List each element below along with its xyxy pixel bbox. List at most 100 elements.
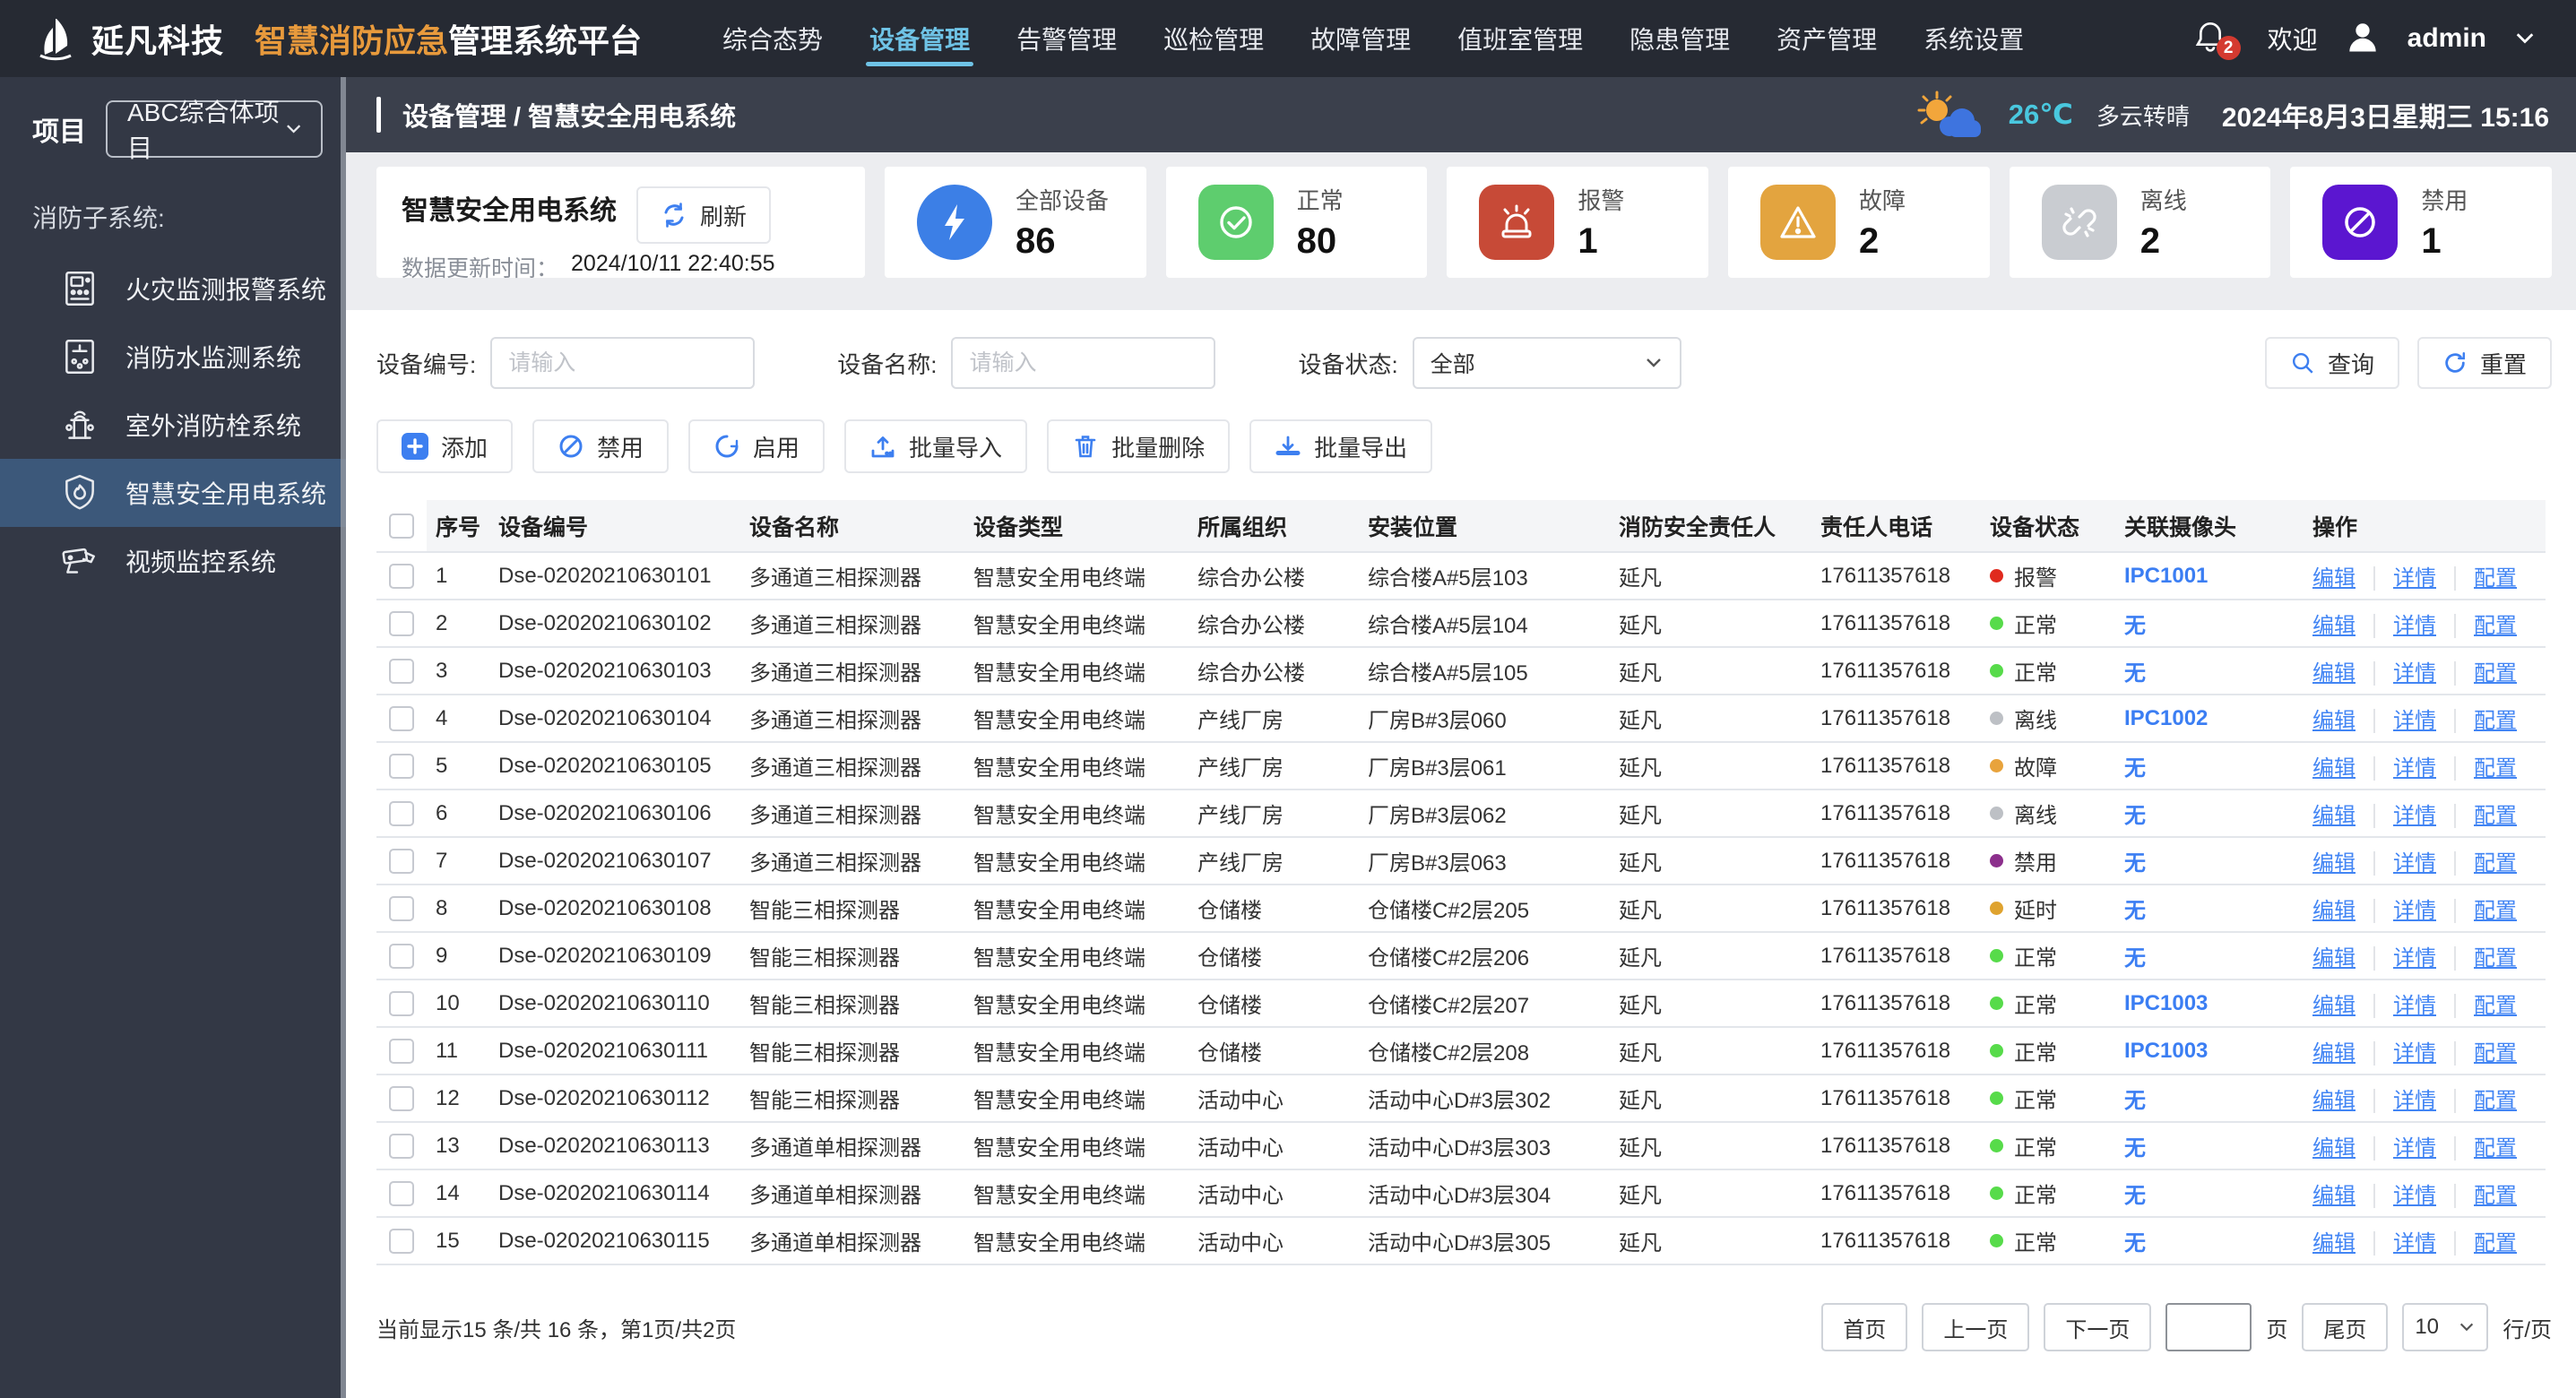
row-action-link[interactable]: 配置 — [2454, 899, 2535, 923]
row-checkbox[interactable] — [389, 1228, 414, 1254]
bulk-action-button[interactable]: 启用 — [688, 419, 826, 473]
row-action-link[interactable]: 编辑 — [2312, 661, 2373, 686]
row-action-link[interactable]: 编辑 — [2312, 1184, 2373, 1208]
device-status-select[interactable]: 全部 — [1412, 337, 1681, 389]
row-action-link[interactable]: 配置 — [2454, 1231, 2535, 1256]
page-number-input[interactable] — [2165, 1303, 2252, 1351]
row-checkbox[interactable] — [389, 753, 414, 779]
camera-link[interactable]: IPC1003 — [2124, 1039, 2208, 1063]
last-page-button[interactable]: 尾页 — [2302, 1303, 2389, 1351]
row-action-link[interactable]: 配置 — [2454, 1184, 2535, 1208]
camera-link[interactable]: 无 — [2124, 899, 2146, 923]
nav-item[interactable]: 故障管理 — [1310, 0, 1411, 77]
row-action-link[interactable]: 编辑 — [2312, 756, 2373, 781]
camera-link[interactable]: 无 — [2124, 614, 2146, 638]
bulk-action-button[interactable]: 批量删除 — [1047, 419, 1231, 473]
nav-item[interactable]: 隐患管理 — [1629, 0, 1730, 77]
nav-item[interactable]: 巡检管理 — [1163, 0, 1264, 77]
sidebar-item[interactable]: 消防水监测系统 — [0, 323, 346, 391]
camera-link[interactable]: 无 — [2124, 946, 2146, 971]
row-action-link[interactable]: 编辑 — [2312, 1089, 2373, 1113]
bulk-action-button[interactable]: 添加 — [376, 419, 514, 473]
row-action-link[interactable]: 编辑 — [2312, 1041, 2373, 1066]
row-checkbox[interactable] — [389, 895, 414, 921]
row-action-link[interactable]: 编辑 — [2312, 899, 2373, 923]
row-action-link[interactable]: 详情 — [2373, 946, 2454, 971]
notification-bell-button[interactable]: 2 — [2192, 19, 2241, 60]
row-action-link[interactable]: 详情 — [2373, 1041, 2454, 1066]
sidebar-item[interactable]: 室外消防栓系统 — [0, 391, 346, 459]
row-action-link[interactable]: 配置 — [2454, 946, 2535, 971]
camera-link[interactable]: 无 — [2124, 1184, 2146, 1208]
camera-link[interactable]: 无 — [2124, 661, 2146, 686]
row-action-link[interactable]: 配置 — [2454, 661, 2535, 686]
nav-item[interactable]: 综合态势 — [722, 0, 823, 77]
sidebar-item[interactable]: 火灾监测报警系统 — [0, 255, 346, 323]
row-action-link[interactable]: 配置 — [2454, 1041, 2535, 1066]
row-checkbox[interactable] — [389, 610, 414, 636]
row-action-link[interactable]: 详情 — [2373, 851, 2454, 876]
select-all-checkbox[interactable] — [389, 513, 414, 539]
row-checkbox[interactable] — [389, 1085, 414, 1111]
row-action-link[interactable]: 详情 — [2373, 1089, 2454, 1113]
search-button[interactable]: 查询 — [2264, 337, 2399, 389]
row-action-link[interactable]: 详情 — [2373, 566, 2454, 591]
camera-link[interactable]: 无 — [2124, 756, 2146, 781]
camera-link[interactable]: IPC1003 — [2124, 991, 2208, 1015]
row-action-link[interactable]: 编辑 — [2312, 1231, 2373, 1256]
camera-link[interactable]: IPC1002 — [2124, 706, 2208, 730]
row-action-link[interactable]: 配置 — [2454, 709, 2535, 733]
row-action-link[interactable]: 配置 — [2454, 1136, 2535, 1161]
row-checkbox[interactable] — [389, 1180, 414, 1206]
nav-item[interactable]: 系统设置 — [1923, 0, 2024, 77]
row-checkbox[interactable] — [389, 1038, 414, 1064]
device-no-input[interactable] — [490, 337, 756, 389]
nav-item[interactable]: 告警管理 — [1016, 0, 1117, 77]
next-page-button[interactable]: 下一页 — [2044, 1303, 2152, 1351]
row-action-link[interactable]: 详情 — [2373, 709, 2454, 733]
row-checkbox[interactable] — [389, 943, 414, 969]
row-action-link[interactable]: 编辑 — [2312, 1136, 2373, 1161]
row-checkbox[interactable] — [389, 658, 414, 684]
row-action-link[interactable]: 配置 — [2454, 566, 2535, 591]
bulk-action-button[interactable]: 批量导出 — [1249, 419, 1433, 473]
row-action-link[interactable]: 编辑 — [2312, 614, 2373, 638]
row-action-link[interactable]: 详情 — [2373, 1184, 2454, 1208]
row-action-link[interactable]: 详情 — [2373, 994, 2454, 1018]
row-action-link[interactable]: 配置 — [2454, 614, 2535, 638]
bulk-action-button[interactable]: 禁用 — [532, 419, 670, 473]
camera-link[interactable]: 无 — [2124, 851, 2146, 876]
prev-page-button[interactable]: 上一页 — [1922, 1303, 2030, 1351]
page-size-select[interactable]: 10 — [2402, 1303, 2489, 1351]
first-page-button[interactable]: 首页 — [1821, 1303, 1908, 1351]
row-action-link[interactable]: 详情 — [2373, 804, 2454, 828]
row-action-link[interactable]: 编辑 — [2312, 566, 2373, 591]
camera-link[interactable]: 无 — [2124, 1231, 2146, 1256]
row-action-link[interactable]: 配置 — [2454, 851, 2535, 876]
camera-link[interactable]: 无 — [2124, 1136, 2146, 1161]
user-menu-chevron-icon[interactable] — [2513, 27, 2537, 50]
row-action-link[interactable]: 编辑 — [2312, 946, 2373, 971]
row-action-link[interactable]: 详情 — [2373, 899, 2454, 923]
row-checkbox[interactable] — [389, 1133, 414, 1159]
row-action-link[interactable]: 编辑 — [2312, 851, 2373, 876]
row-action-link[interactable]: 编辑 — [2312, 804, 2373, 828]
row-checkbox[interactable] — [389, 705, 414, 731]
row-action-link[interactable]: 配置 — [2454, 1089, 2535, 1113]
row-checkbox[interactable] — [389, 800, 414, 826]
sidebar-item[interactable]: 智慧安全用电系统 — [0, 459, 346, 527]
nav-item[interactable]: 资产管理 — [1776, 0, 1877, 77]
row-checkbox[interactable] — [389, 848, 414, 874]
reset-button[interactable]: 重置 — [2416, 337, 2552, 389]
row-checkbox[interactable] — [389, 563, 414, 589]
nav-item[interactable]: 设备管理 — [866, 0, 974, 77]
row-checkbox[interactable] — [389, 990, 414, 1016]
row-action-link[interactable]: 详情 — [2373, 1231, 2454, 1256]
nav-item[interactable]: 值班室管理 — [1457, 0, 1583, 77]
camera-link[interactable]: 无 — [2124, 804, 2146, 828]
row-action-link[interactable]: 详情 — [2373, 614, 2454, 638]
row-action-link[interactable]: 详情 — [2373, 661, 2454, 686]
camera-link[interactable]: IPC1001 — [2124, 564, 2208, 588]
row-action-link[interactable]: 配置 — [2454, 994, 2535, 1018]
sidebar-item[interactable]: 视频监控系统 — [0, 527, 346, 595]
